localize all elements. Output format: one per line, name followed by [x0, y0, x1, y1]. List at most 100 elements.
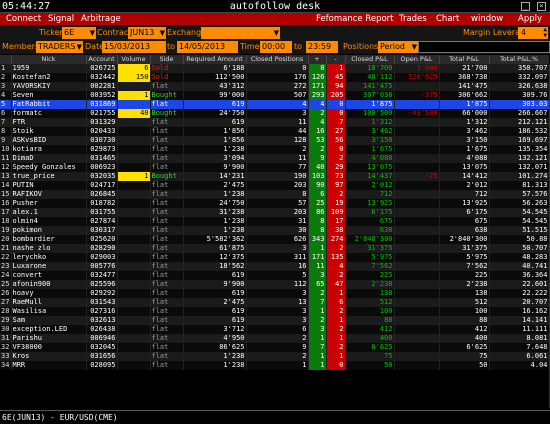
table-row[interactable]: 21 nashe zlo 028290 flat 61'875 3 1 2 31'375 31'3…: [0, 244, 549, 253]
total-pnl-cell: 1'675: [439, 145, 490, 154]
table-row[interactable]: 16 Pusher 018782 flat 24'750 57 25 19 13'925 13'9…: [0, 199, 549, 208]
date-to-input[interactable]: 14/05/2013: [177, 41, 238, 53]
table-row[interactable]: 11 DimaD 031465 flat 3'094 11 9 2 4'088 4'088 132.…: [0, 154, 549, 163]
menu-trades[interactable]: Trades: [399, 13, 427, 25]
table-row[interactable]: 26 hoavy 029292 flat 619 3 2 1 138 138 22.222: [0, 289, 549, 298]
total-pnl-pct-cell: 101.274: [489, 172, 549, 181]
nick-cell: Sam: [11, 316, 87, 325]
account-cell: 030730: [86, 136, 118, 145]
table-row[interactable]: 17 alex.1 031755 flat 31'238 203 86 109 6'175 6'1…: [0, 208, 549, 217]
menu-performance-report[interactable]: Fefomance Report: [316, 13, 394, 25]
total-pnl-pct-cell: 57.576: [489, 190, 549, 199]
table-row[interactable]: 30 exception.LED 026438 flat 3'712 6 3 2 412 412 1…: [0, 325, 549, 334]
volume-cell: [117, 136, 151, 145]
row-number-cell: 5: [0, 100, 12, 109]
table-row[interactable]: 28 Wasilisa 027316 flat 619 3 1 2 100 100 16.162: [0, 307, 549, 316]
table-row[interactable]: 31 Parishu 006946 flat 4'950 2 1 1 400 400 8.081: [0, 334, 549, 343]
menu-arbitrage[interactable]: Arbitrage: [81, 13, 121, 25]
column-header[interactable]: +: [308, 55, 327, 64]
column-header[interactable]: Closed P&L: [345, 55, 395, 64]
margin-leverage-stepper[interactable]: 4 ▲ ▼: [518, 27, 548, 39]
table-row[interactable]: 8 Stoik 020433 flat 1'856 44 16 27 3'462 3'462 186…: [0, 127, 549, 136]
table-row[interactable]: 18 olmin4 027874 flat 1'238 31 8 17 675 675 54.545: [0, 217, 549, 226]
table-row[interactable]: 23 Luxarone 005776 flat 18'562 16 11 4 7'562 7'56…: [0, 262, 549, 271]
close-icon[interactable]: ×: [537, 2, 546, 11]
table-row[interactable]: 4 Seven 003952 1 Bought 99'000 507 293 205 307'03…: [0, 91, 549, 100]
table-row[interactable]: 1 1959 026725 6 Sold 6'188 0 0 1 18'700 3'000 21'70…: [0, 64, 549, 73]
side-cell: flat: [150, 145, 184, 154]
table-row[interactable]: 15 RAFIKOV 026845 flat 1'238 8 6 2 712 712 57.576: [0, 190, 549, 199]
open-pnl-cell: [394, 352, 440, 361]
column-header[interactable]: Open P&L: [394, 55, 440, 64]
apply-button[interactable]: Apply: [518, 13, 542, 25]
account-cell: 026438: [86, 325, 118, 334]
table-row[interactable]: 2 Kostefan2 032442 150 Sold 112'500 176 126 45 48…: [0, 73, 549, 82]
table-row[interactable]: 27 RaeMull 031543 flat 2'475 13 7 6 512 512 20.707: [0, 298, 549, 307]
table-row[interactable]: 24 convert 032477 flat 619 5 3 2 225 225 36.364: [0, 271, 549, 280]
total-pnl-cell: 675: [439, 217, 490, 226]
row-number-cell: 8: [0, 127, 12, 136]
time-from-input[interactable]: 00:00: [260, 41, 292, 53]
table-row[interactable]: 6 formatc 021755 40 Bought 24'750 3 2 0 109'500 -4…: [0, 109, 549, 118]
column-header[interactable]: Total P&L: [439, 55, 490, 64]
column-header[interactable]: Closed Positions: [246, 55, 309, 64]
table-row[interactable]: 34 MRR 028095 flat 1'238 1 1 0 50 50 4.04: [0, 361, 549, 370]
stepper-arrows-icon[interactable]: ▲ ▼: [543, 27, 547, 39]
ticker-select[interactable]: 6E ▼: [62, 27, 96, 39]
table-row[interactable]: 7 FTR 031329 flat 619 11 4 7 1'312 1'312 212.121: [0, 118, 549, 127]
table-row[interactable]: 12 Speedy Gonzales 006923 flat 9'900 77 40 29 13…: [0, 163, 549, 172]
closed-pnl-cell: 1'875: [345, 100, 395, 109]
minimize-icon[interactable]: _: [521, 2, 530, 11]
plus-count-cell: 2: [308, 145, 327, 154]
table-row[interactable]: 10 kotiara 029873 flat 1'238 2 2 0 1'675 1'675 135…: [0, 145, 549, 154]
filter-row-1: Ticker 6E ▼ Contract JUN13 ▼ Exchange ▼ Ma…: [0, 26, 550, 40]
time-to-input[interactable]: 23:59: [306, 41, 338, 53]
closed-positions-cell: 2: [246, 145, 309, 154]
table-row[interactable]: 9 ASKvsBID 030730 flat 1'856 128 53 56 3'150 3'15…: [0, 136, 549, 145]
column-header[interactable]: Volume: [117, 55, 151, 64]
table-row[interactable]: 3 YAVORSKIY 002281 flat 43'312 272 171 94 141'47…: [0, 82, 549, 91]
table-row[interactable]: 32 VF38000 032045 flat 86'625 9 7 2 6'625 6'625 7.…: [0, 343, 549, 352]
menu-signal[interactable]: Signal: [48, 13, 74, 25]
positions-label: Positions: [343, 42, 379, 51]
column-header[interactable]: Account: [86, 55, 118, 64]
table-row[interactable]: 20 bombardier 025620 flat 5'582'362 626 343 274…: [0, 235, 549, 244]
menu-connect[interactable]: Connect: [6, 13, 41, 25]
contract-select[interactable]: JUN13 ▼: [128, 27, 166, 39]
side-cell: flat: [150, 163, 184, 172]
date-from-input[interactable]: 15/03/2013: [102, 41, 166, 53]
column-header[interactable]: [0, 55, 12, 64]
open-pnl-cell: -25: [394, 172, 440, 181]
column-header[interactable]: Total P&L,%: [489, 55, 549, 64]
nick-cell: true_price: [11, 172, 87, 181]
table-row[interactable]: 29 Sam 032613 flat 619 3 2 1 88 88 14.141: [0, 316, 549, 325]
table-row[interactable]: 14 PUTIN 024717 flat 2'475 203 90 97 2'012 2'012 8…: [0, 181, 549, 190]
nick-cell: exception.LED: [11, 325, 87, 334]
positions-select[interactable]: Period ▼: [378, 41, 418, 53]
plus-count-cell: 2: [308, 316, 327, 325]
table-row[interactable]: 5 FatRabbit 031869 flat 619 4 4 0 1'875 1'875 303.…: [0, 100, 549, 109]
table-row[interactable]: 13 true_price 032035 1 Bought 14'231 190 103 73 1…: [0, 172, 549, 181]
plus-count-cell: 171: [308, 253, 327, 262]
row-number-cell: 25: [0, 280, 12, 289]
volume-cell: [117, 280, 151, 289]
table-row[interactable]: 33 Kros 031656 flat 1'238 2 1 1 75 75 6.061: [0, 352, 549, 361]
column-header[interactable]: Side: [150, 55, 184, 64]
required-amount-cell: 112'500: [183, 73, 247, 82]
exchange-select[interactable]: ▼: [201, 27, 280, 39]
table-row[interactable]: 19 pokimon 030317 flat 1'238 30 8 38 638 638 51.51…: [0, 226, 549, 235]
column-header[interactable]: Nick: [11, 55, 87, 64]
column-header[interactable]: Required Amount: [183, 55, 247, 64]
minus-count-cell: 2: [326, 271, 346, 280]
members-select[interactable]: TRADERS ▼: [36, 41, 83, 53]
time-label: Time: [240, 42, 260, 51]
column-header[interactable]: -: [326, 55, 346, 64]
positions-extra-field[interactable]: [418, 41, 550, 53]
table-row[interactable]: 25 afonin900 025596 flat 9'900 112 65 47 2'238 2'…: [0, 280, 549, 289]
total-pnl-cell: 1'312: [439, 118, 490, 127]
menu-window[interactable]: window: [471, 13, 503, 25]
table-row[interactable]: 22 lerychko 029003 flat 12'375 311 171 135 5'975…: [0, 253, 549, 262]
side-cell: flat: [150, 307, 184, 316]
account-cell: 029292: [86, 289, 118, 298]
menu-chart[interactable]: Chart: [436, 13, 459, 25]
